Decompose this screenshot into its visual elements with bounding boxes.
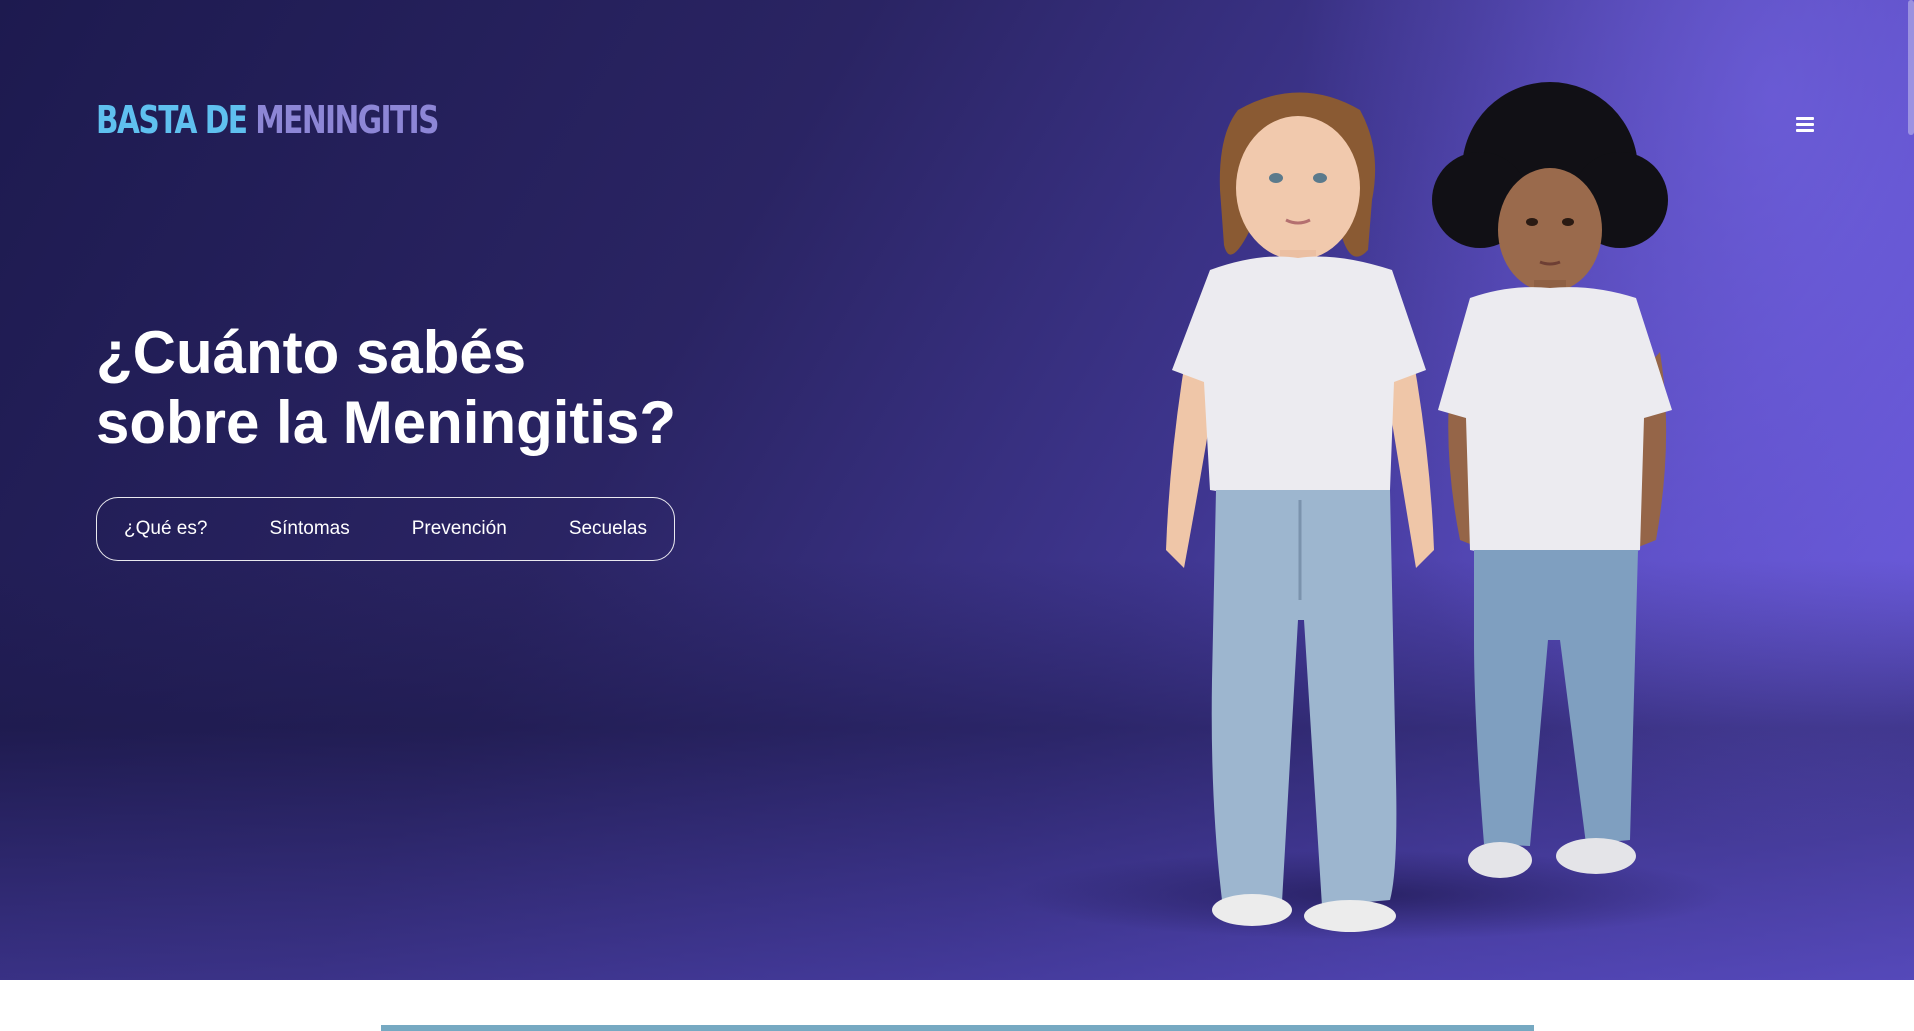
child-right <box>1432 82 1672 878</box>
child-left <box>1166 92 1434 932</box>
nav-link-prevencion[interactable]: Prevención <box>412 518 507 540</box>
nav-link-secuelas[interactable]: Secuelas <box>569 518 647 540</box>
hamburger-menu-icon[interactable] <box>1788 110 1822 138</box>
logo-text-primary: BASTA DE <box>96 98 256 142</box>
page-title: ¿Cuánto sabés sobre la Meningitis? <box>96 318 816 458</box>
nav-link-sintomas[interactable]: Síntomas <box>269 518 349 540</box>
logo-text-secondary: MENINGITIS <box>255 98 439 142</box>
two-children-photo <box>1166 82 1672 932</box>
hero-section: BASTA DE MENINGITIS ¿Cuánto sabés sobre … <box>0 0 1914 980</box>
nav-link-que-es[interactable]: ¿Qué es? <box>124 518 207 540</box>
content-section-top-bar <box>381 1025 1534 1031</box>
section-nav: ¿Qué es? Síntomas Prevención Secuelas <box>96 497 675 561</box>
headline-line-1: ¿Cuánto sabés <box>96 319 527 386</box>
site-logo[interactable]: BASTA DE MENINGITIS <box>96 98 439 144</box>
headline-line-2: sobre la Meningitis? <box>96 389 677 456</box>
page-scrollbar[interactable] <box>1908 0 1914 135</box>
